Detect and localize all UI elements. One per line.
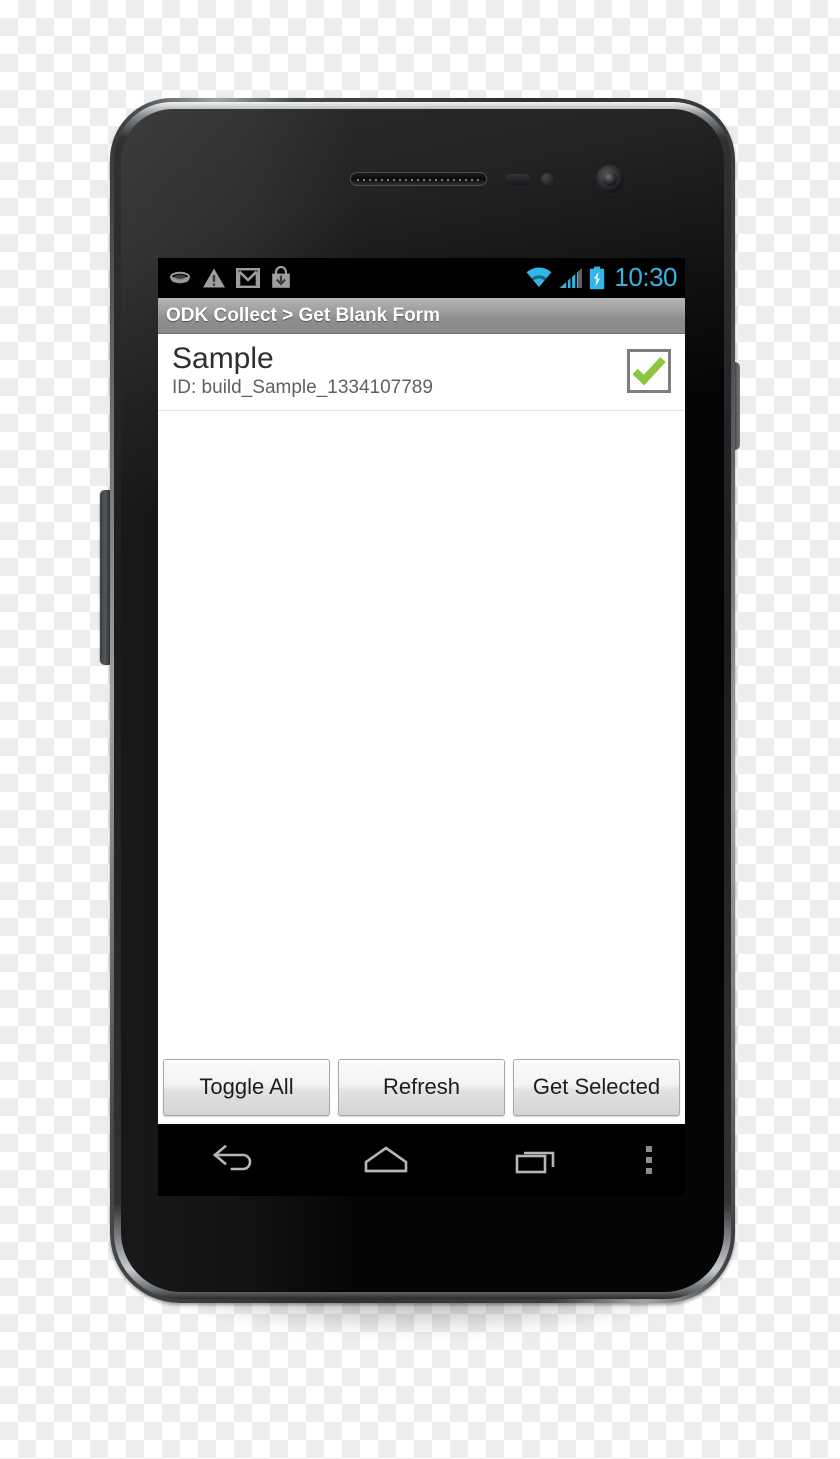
overflow-dot [646,1157,653,1163]
usb-debugging-icon [170,271,190,284]
cellular-signal-icon [559,268,583,288]
warning-triangle-icon [203,268,225,288]
battery-charging-icon [590,266,605,290]
back-arrow-icon [212,1145,252,1171]
earpiece-mesh [355,177,482,182]
title-bar: ODK Collect > Get Blank Form [158,298,685,334]
form-id: ID: build_Sample_1334107789 [172,377,433,399]
front-camera-icon [596,165,624,193]
status-bar-clock: 10:30 [614,262,677,292]
play-store-download-icon [272,266,290,288]
action-button-bar: Toggle All Refresh Get Selected [158,1050,685,1124]
phone-screen: 10:30 ODK Collect > Get Blank Form Sampl… [158,258,685,1124]
page-title: ODK Collect > Get Blank Form [166,304,440,326]
list-item[interactable]: Sample ID: build_Sample_1334107789 [158,334,685,412]
form-name: Sample [172,342,274,375]
proximity-sensor-icon [505,174,531,185]
nav-home-button[interactable] [310,1124,462,1196]
form-checkbox[interactable] [627,349,671,394]
overflow-dot [646,1146,653,1152]
get-selected-button[interactable]: Get Selected [513,1058,680,1116]
recent-apps-icon [515,1151,555,1174]
overflow-dot [646,1168,653,1174]
home-icon [364,1146,407,1173]
nav-overflow-button[interactable] [613,1146,685,1174]
blank-form-list[interactable]: Sample ID: build_Sample_1334107789 [158,334,685,1050]
list-item-texts: Sample ID: build_Sample_1334107789 [172,342,617,399]
toggle-all-button[interactable]: Toggle All [163,1058,330,1116]
light-sensor-icon [541,173,554,186]
gmail-icon [236,268,260,289]
status-bar-left-icons [168,266,525,290]
wifi-icon [526,267,552,287]
earpiece-speaker-icon [350,172,487,186]
status-bar-right-icons: 10:30 [525,264,677,292]
status-bar[interactable]: 10:30 [158,258,685,298]
checkmark-icon [632,357,666,386]
android-navigation-bar [158,1124,685,1196]
refresh-button[interactable]: Refresh [338,1058,505,1116]
nav-back-button[interactable] [158,1124,310,1196]
nav-recents-button[interactable] [461,1124,613,1196]
